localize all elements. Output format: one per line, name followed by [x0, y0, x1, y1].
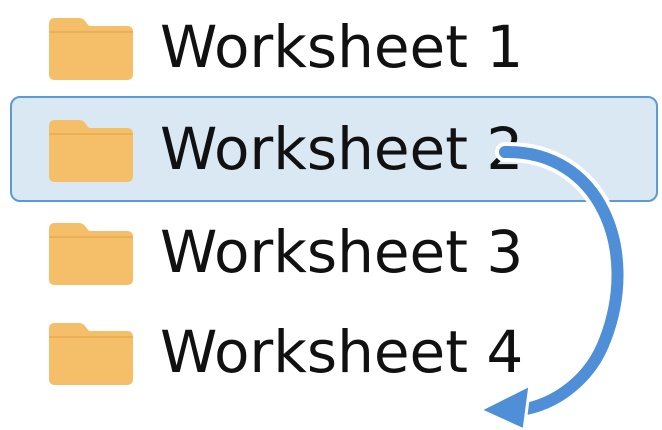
folder-icon — [49, 323, 133, 385]
folder-icon — [49, 18, 133, 80]
folder-icon — [49, 223, 133, 285]
list-item-worksheet-2[interactable]: Worksheet 2 — [0, 100, 662, 200]
folder-icon — [49, 120, 133, 182]
item-label: Worksheet 4 — [160, 318, 524, 386]
item-label: Worksheet 3 — [160, 218, 524, 286]
list-item-worksheet-3[interactable]: Worksheet 3 — [0, 205, 662, 305]
item-label: Worksheet 2 — [160, 115, 524, 183]
list-item-worksheet-1[interactable]: Worksheet 1 — [0, 0, 662, 100]
list-item-worksheet-4[interactable]: Worksheet 4 — [0, 305, 662, 405]
item-label: Worksheet 1 — [160, 13, 524, 81]
